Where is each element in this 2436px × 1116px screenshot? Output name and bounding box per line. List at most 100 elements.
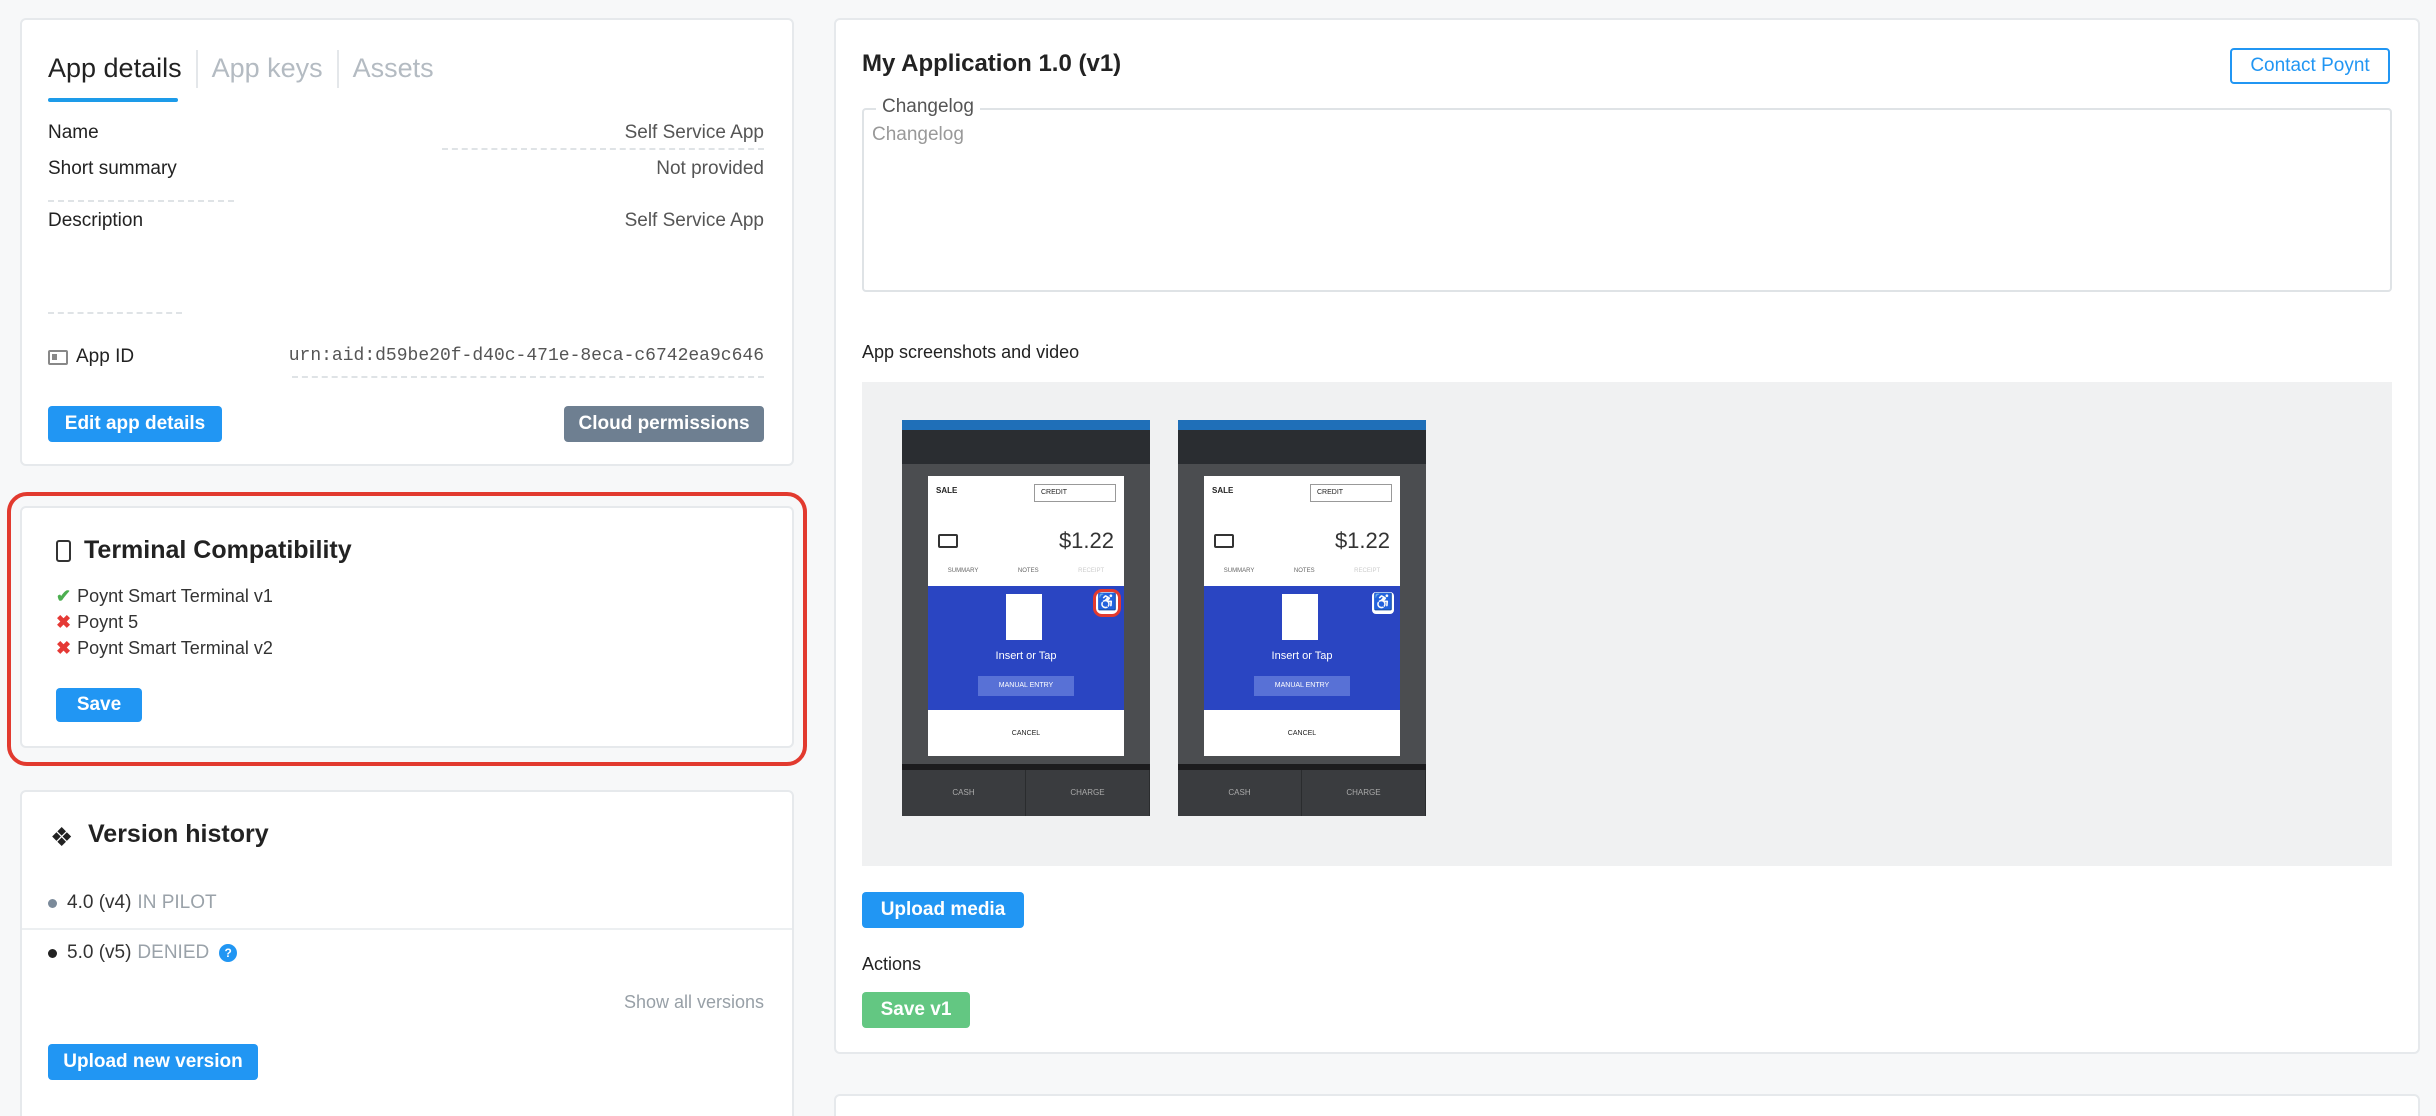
summary-row: Short summary Not provided [48, 158, 764, 186]
accessibility-icon: ♿ [1372, 592, 1394, 614]
name-value: Self Service App [624, 122, 764, 143]
phone-dialog: SALE CREDIT $1.22 SUMMARY NOTES RECEIPT … [928, 476, 1124, 756]
tab-assets[interactable]: Assets [336, 50, 448, 88]
phone-charge: CHARGE [1302, 770, 1426, 816]
card-insert-icon [1282, 594, 1318, 640]
phone-tabs: SUMMARY NOTES RECEIPT [928, 568, 1124, 574]
version-number: 4.0 (v4) [67, 892, 132, 913]
cloud-permissions-button[interactable]: Cloud permissions [564, 406, 764, 442]
edit-app-details-button[interactable]: Edit app details [48, 406, 222, 442]
app-details-card: App details App keys Assets Name Self Se… [20, 18, 794, 466]
media-label: App screenshots and video [862, 342, 1080, 362]
version-history-card: ❖ Version history 4.0 (v4) IN PILOT 5.0 … [20, 790, 794, 1116]
phone-cash: CASH [902, 770, 1026, 816]
description-divider [48, 312, 182, 314]
version-row[interactable]: 4.0 (v4) IN PILOT [48, 892, 217, 914]
phone-dialog: SALE CREDIT $1.22 SUMMARY NOTES RECEIPT … [1204, 476, 1400, 756]
contact-poynt-button[interactable]: Contact Poynt [2230, 48, 2390, 84]
check-icon: ✔ [56, 586, 72, 606]
media-gallery: SALE CREDIT $1.22 SUMMARY NOTES RECEIPT … [862, 382, 2392, 866]
app-screenshot[interactable]: SALE CREDIT $1.22 SUMMARY NOTES RECEIPT … [1178, 420, 1426, 816]
changelog-field[interactable]: Changelog Changelog [862, 96, 2392, 292]
app-version-title: My Application 1.0 (v1) [862, 50, 1122, 77]
credit-card-icon [938, 534, 958, 548]
phone-tabs: SUMMARY NOTES RECEIPT [1204, 568, 1400, 574]
app-id-value: urn:aid:d59be20f-d40c-471e-8eca-c6742ea9… [288, 346, 764, 366]
compat-item: ✖ Poynt Smart Terminal v2 [56, 638, 273, 659]
status-dot [48, 948, 57, 958]
phone-select: CREDIT [1034, 484, 1116, 502]
name-label: Name [48, 122, 99, 143]
phone-status-bar [902, 420, 1150, 430]
actions-label: Actions [862, 954, 922, 974]
next-card [834, 1094, 2420, 1116]
phone-sale-label: SALE [1212, 486, 1234, 495]
status-dot [48, 898, 57, 908]
tab-app-details[interactable]: App details [48, 50, 196, 88]
version-row[interactable]: 5.0 (v5) DENIED ? [48, 942, 238, 964]
changelog-placeholder: Changelog [872, 124, 964, 145]
phone-select: CREDIT [1310, 484, 1392, 502]
card-insert-icon [1006, 594, 1042, 640]
version-number: 5.0 (v5) [67, 942, 132, 963]
upload-media-button[interactable]: Upload media [862, 892, 1024, 928]
compat-item-label: Poynt Smart Terminal v2 [77, 638, 273, 658]
summary-divider [48, 200, 234, 202]
terminal-save-button[interactable]: Save [56, 688, 142, 722]
summary-label: Short summary [48, 158, 177, 179]
compat-item-label: Poynt 5 [77, 612, 139, 632]
phone-status-bar [1178, 420, 1426, 430]
phone-tab: SUMMARY [947, 568, 979, 574]
cross-icon: ✖ [56, 638, 72, 658]
phone-sale-label: SALE [936, 486, 958, 495]
phone-tab: NOTES [1293, 568, 1315, 574]
phone-charge: CHARGE [1026, 770, 1150, 816]
app-id-label: App ID [76, 346, 135, 367]
phone-manual-entry: MANUAL ENTRY [978, 676, 1074, 696]
phone-bottom-bar: CASH CHARGE [1178, 770, 1426, 816]
phone-cancel: CANCEL [1287, 730, 1317, 737]
app-id-label-wrap: App ID [48, 346, 134, 368]
phone-app-bar [1178, 430, 1426, 464]
phone-tab: SUMMARY [1223, 568, 1255, 574]
phone-insert-text: Insert or Tap [1271, 650, 1333, 662]
terminal-compatibility-card: Terminal Compatibility ✔ Poynt Smart Ter… [20, 506, 794, 748]
app-id-row: App ID urn:aid:d59be20f-d40c-471e-8eca-c… [48, 346, 764, 376]
credit-card-icon [1214, 534, 1234, 548]
phone-cancel: CANCEL [1011, 730, 1041, 737]
phone-app-bar [902, 430, 1150, 464]
phone-tab: NOTES [1017, 568, 1039, 574]
save-v1-button[interactable]: Save v1 [862, 992, 970, 1028]
phone-insert-text: Insert or Tap [995, 650, 1057, 662]
compat-item: ✖ Poynt 5 [56, 612, 138, 633]
description-value: Self Service App [624, 210, 764, 231]
show-all-versions-link[interactable]: Show all versions [624, 992, 764, 1013]
active-tab-underline [48, 98, 178, 102]
description-label: Description [48, 210, 144, 231]
version-status: DENIED [137, 942, 210, 963]
version-divider [22, 928, 792, 930]
accessibility-icon: ♿ [1096, 592, 1118, 614]
changelog-legend: Changelog [876, 96, 980, 118]
upload-new-version-button[interactable]: Upload new version [48, 1044, 258, 1080]
phone-bottom-bar: CASH CHARGE [902, 770, 1150, 816]
version-history-title: Version history [88, 820, 269, 848]
id-card-icon [48, 349, 68, 365]
tab-app-keys[interactable]: App keys [195, 50, 337, 88]
app-id-divider [292, 376, 764, 378]
phone-tab: RECEIPT [1354, 568, 1381, 574]
cross-icon: ✖ [56, 612, 72, 632]
description-row: Description Self Service App [48, 210, 764, 238]
terminal-title: Terminal Compatibility [84, 536, 352, 564]
layers-icon: ❖ [50, 822, 74, 852]
version-detail-card: My Application 1.0 (v1) Contact Poynt Ch… [834, 18, 2420, 1054]
app-screenshot[interactable]: SALE CREDIT $1.22 SUMMARY NOTES RECEIPT … [902, 420, 1150, 816]
phone-tab: RECEIPT [1078, 568, 1105, 574]
name-divider [442, 148, 764, 150]
phone-cash: CASH [1178, 770, 1302, 816]
summary-value: Not provided [656, 158, 764, 179]
tablet-icon [56, 540, 71, 562]
help-icon[interactable]: ? [219, 944, 238, 962]
name-row: Name Self Service App [48, 122, 764, 150]
phone-payment-panel: ♿ Insert or Tap MANUAL ENTRY [928, 586, 1124, 710]
